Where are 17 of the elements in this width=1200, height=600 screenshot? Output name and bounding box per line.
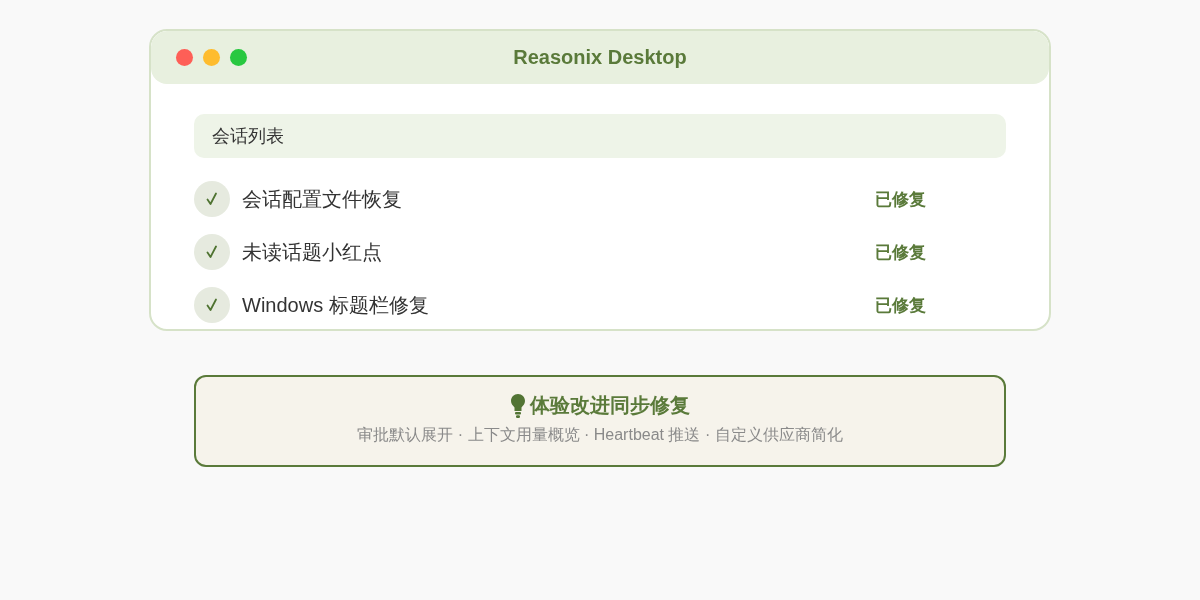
status-label: 已修复 (875, 294, 926, 317)
check-icon (194, 287, 230, 323)
close-button[interactable] (176, 49, 193, 66)
minimize-button[interactable] (203, 49, 220, 66)
banner-title: 体验改进同步修复 (529, 393, 690, 418)
status-label: 已修复 (875, 188, 926, 211)
item-label: 会话配置文件恢复 (242, 186, 403, 212)
item-label: Windows 标题栏修复 (242, 292, 430, 318)
banner-subtitle: 审批默认展开 · 上下文用量概览 · Heartbeat 推送 · 自定义供应商简化 (357, 425, 843, 445)
status-label: 已修复 (875, 241, 926, 264)
list-header: 会话列表 (194, 114, 1006, 158)
window-title: Reasonix Desktop (513, 46, 687, 69)
maximize-button[interactable] (230, 49, 247, 66)
item-label: 未读话题小红点 (242, 239, 383, 265)
check-icon (194, 181, 230, 217)
check-icon (194, 234, 230, 270)
lightbulb-icon (510, 393, 525, 418)
